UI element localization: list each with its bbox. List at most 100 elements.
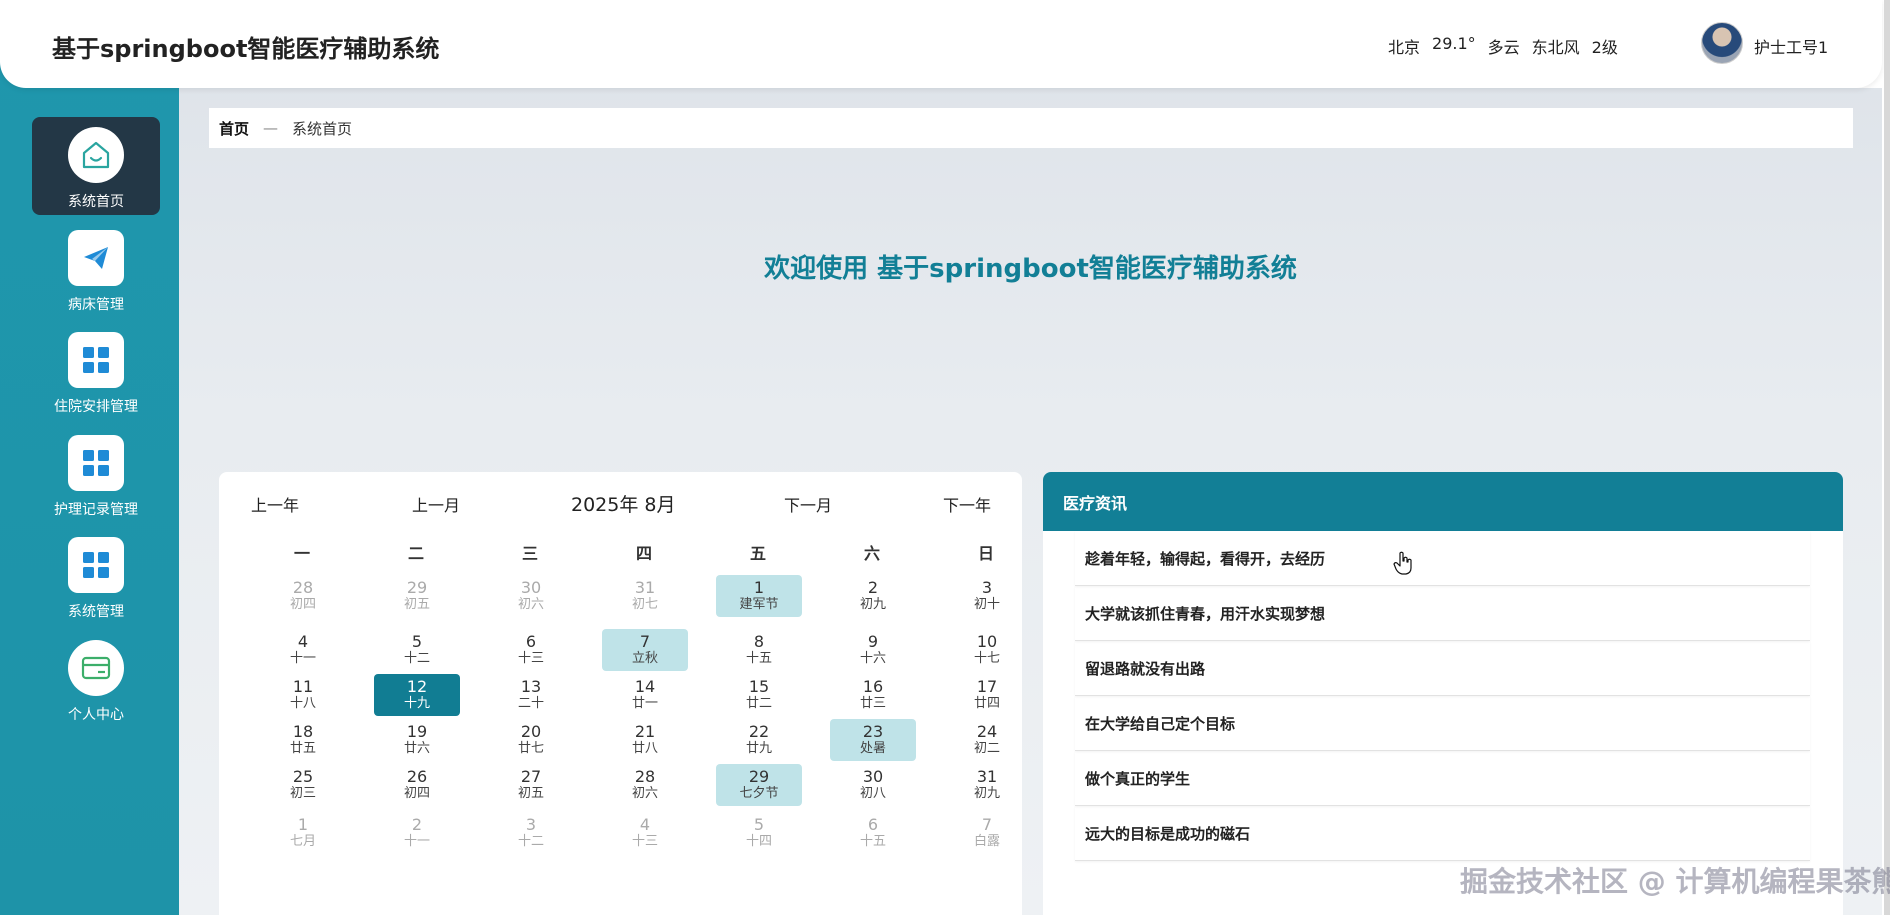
calendar-day[interactable]: 4 十一: [260, 629, 346, 671]
calendar-day[interactable]: 14 廿一: [602, 674, 688, 716]
sidebar-item-label: 护理记录管理: [54, 502, 138, 518]
calendar-day[interactable]: 26 初四: [374, 764, 460, 806]
calendar-day[interactable]: 1 七月: [260, 812, 346, 854]
sidebar-item-system[interactable]: 系统管理: [32, 527, 160, 625]
watermark: 掘金技术社区 @ 计算机编程果茶熊: [1460, 865, 1890, 898]
calendar-day[interactable]: 31 初九: [944, 764, 1030, 806]
lunar-label: 廿三: [859, 696, 886, 711]
calendar-day[interactable]: 25 初三: [260, 764, 346, 806]
sidebar-item-beds[interactable]: 病床管理: [32, 220, 160, 318]
prev-month-button[interactable]: 上一月: [412, 492, 460, 516]
calendar-day[interactable]: 13 二十: [488, 674, 574, 716]
scrollbar-track[interactable]: [1884, 0, 1890, 915]
calendar-day-today[interactable]: 12 十九: [374, 674, 460, 716]
paper-plane-icon: [68, 230, 124, 286]
calendar-day[interactable]: 17 廿四: [944, 674, 1030, 716]
calendar-day[interactable]: 28 初四: [260, 575, 346, 617]
calendar-day[interactable]: 15 廿二: [716, 674, 802, 716]
calendar-day[interactable]: 6 十五: [830, 812, 916, 854]
sidebar-item-nursing-records[interactable]: 护理记录管理: [32, 425, 160, 523]
next-month-button[interactable]: 下一月: [784, 492, 832, 516]
calendar-day[interactable]: 19 廿六: [374, 719, 460, 761]
weekday-label: 二: [407, 544, 424, 563]
day-number: 2: [867, 578, 879, 597]
calendar-day[interactable]: 10 十七: [944, 629, 1030, 671]
calendar-day[interactable]: 21 廿八: [602, 719, 688, 761]
sidebar-item-home[interactable]: 系统首页: [32, 117, 160, 215]
calendar-day[interactable]: 22 廿九: [716, 719, 802, 761]
weather-info: 北京 29.1° 多云 东北风 2级: [1388, 34, 1618, 58]
news-list: 趁着年轻，输得起，看得开，去经历 大学就该抓住青春，用汗水实现梦想 留退路就没有出路…: [1075, 531, 1810, 861]
weekday-label: 三: [521, 544, 538, 563]
lunar-label: 廿二: [745, 696, 772, 711]
news-item[interactable]: 远大的目标是成功的磁石: [1075, 806, 1810, 861]
news-item[interactable]: 做个真正的学生: [1075, 751, 1810, 806]
calendar-day[interactable]: 30 初八: [830, 764, 916, 806]
next-year-button[interactable]: 下一年: [943, 492, 991, 516]
lunar-label: 初八: [859, 786, 886, 801]
grid-icon: [68, 537, 124, 593]
day-number: 17: [976, 677, 998, 696]
lunar-label: 十二: [517, 834, 544, 849]
breadcrumb-home[interactable]: 首页: [219, 118, 249, 139]
breadcrumb-separator: —: [263, 119, 279, 137]
calendar-day[interactable]: 28 初六: [602, 764, 688, 806]
calendar-day[interactable]: 5 十四: [716, 812, 802, 854]
calendar-day[interactable]: 1 建军节: [716, 575, 802, 617]
day-number: 7: [981, 815, 993, 834]
lunar-label: 初五: [517, 786, 544, 801]
prev-year-button[interactable]: 上一年: [251, 492, 299, 516]
calendar-day[interactable]: 7 白露: [944, 812, 1030, 854]
lunar-label: 廿六: [403, 741, 430, 756]
day-number: 28: [634, 767, 656, 786]
news-item[interactable]: 留退路就没有出路: [1075, 641, 1810, 696]
user-name[interactable]: 护士工号1: [1754, 34, 1828, 58]
calendar-day[interactable]: 8 十五: [716, 629, 802, 671]
calendar-day[interactable]: 29 七夕节: [716, 764, 802, 806]
calendar-day[interactable]: 18 廿五: [260, 719, 346, 761]
avatar[interactable]: [1701, 22, 1743, 64]
calendar-day[interactable]: 30 初六: [488, 575, 574, 617]
lunar-label: 十一: [289, 651, 316, 666]
calendar-day[interactable]: 29 初五: [374, 575, 460, 617]
calendar-day[interactable]: 4 十三: [602, 812, 688, 854]
calendar-day[interactable]: 16 廿三: [830, 674, 916, 716]
lunar-label: 七夕节: [739, 786, 779, 801]
lunar-label: 立秋: [631, 651, 658, 666]
lunar-label: 建军节: [739, 597, 779, 612]
calendar-day[interactable]: 27 初五: [488, 764, 574, 806]
news-item[interactable]: 大学就该抓住青春，用汗水实现梦想: [1075, 586, 1810, 641]
home-icon: [68, 127, 124, 183]
calendar-day[interactable]: 3 十二: [488, 812, 574, 854]
lunar-label: 十三: [631, 834, 658, 849]
calendar-day[interactable]: 2 初九: [830, 575, 916, 617]
day-number: 3: [525, 815, 537, 834]
lunar-label: 十一: [403, 834, 430, 849]
news-item[interactable]: 趁着年轻，输得起，看得开，去经历: [1075, 531, 1810, 586]
calendar-day[interactable]: 23 处暑: [830, 719, 916, 761]
calendar-day[interactable]: 6 十三: [488, 629, 574, 671]
lunar-label: 廿七: [517, 741, 544, 756]
lunar-label: 初十: [973, 597, 1000, 612]
sidebar-item-admission[interactable]: 住院安排管理: [32, 322, 160, 420]
lunar-label: 初二: [973, 741, 1000, 756]
calendar-panel: 上一年 上一月 2025年 8月 下一月 下一年 一二三四五六日 28 初四 29 初…: [219, 472, 1022, 915]
day-number: 14: [634, 677, 656, 696]
calendar-day[interactable]: 24 初二: [944, 719, 1030, 761]
calendar-day[interactable]: 7 立秋: [602, 629, 688, 671]
news-item[interactable]: 在大学给自己定个目标: [1075, 696, 1810, 751]
lunar-label: 初六: [517, 597, 544, 612]
grid-icon: [68, 332, 124, 388]
calendar-day[interactable]: 2 十一: [374, 812, 460, 854]
weekday-label: 六: [863, 544, 880, 563]
calendar-day[interactable]: 3 初十: [944, 575, 1030, 617]
calendar-day[interactable]: 5 十二: [374, 629, 460, 671]
calendar-day[interactable]: 20 廿七: [488, 719, 574, 761]
sidebar-item-label: 个人中心: [68, 707, 124, 723]
day-number: 25: [292, 767, 314, 786]
day-number: 26: [406, 767, 428, 786]
sidebar-item-profile[interactable]: 个人中心: [32, 630, 160, 728]
calendar-day[interactable]: 9 十六: [830, 629, 916, 671]
calendar-day[interactable]: 31 初七: [602, 575, 688, 617]
calendar-day[interactable]: 11 十八: [260, 674, 346, 716]
